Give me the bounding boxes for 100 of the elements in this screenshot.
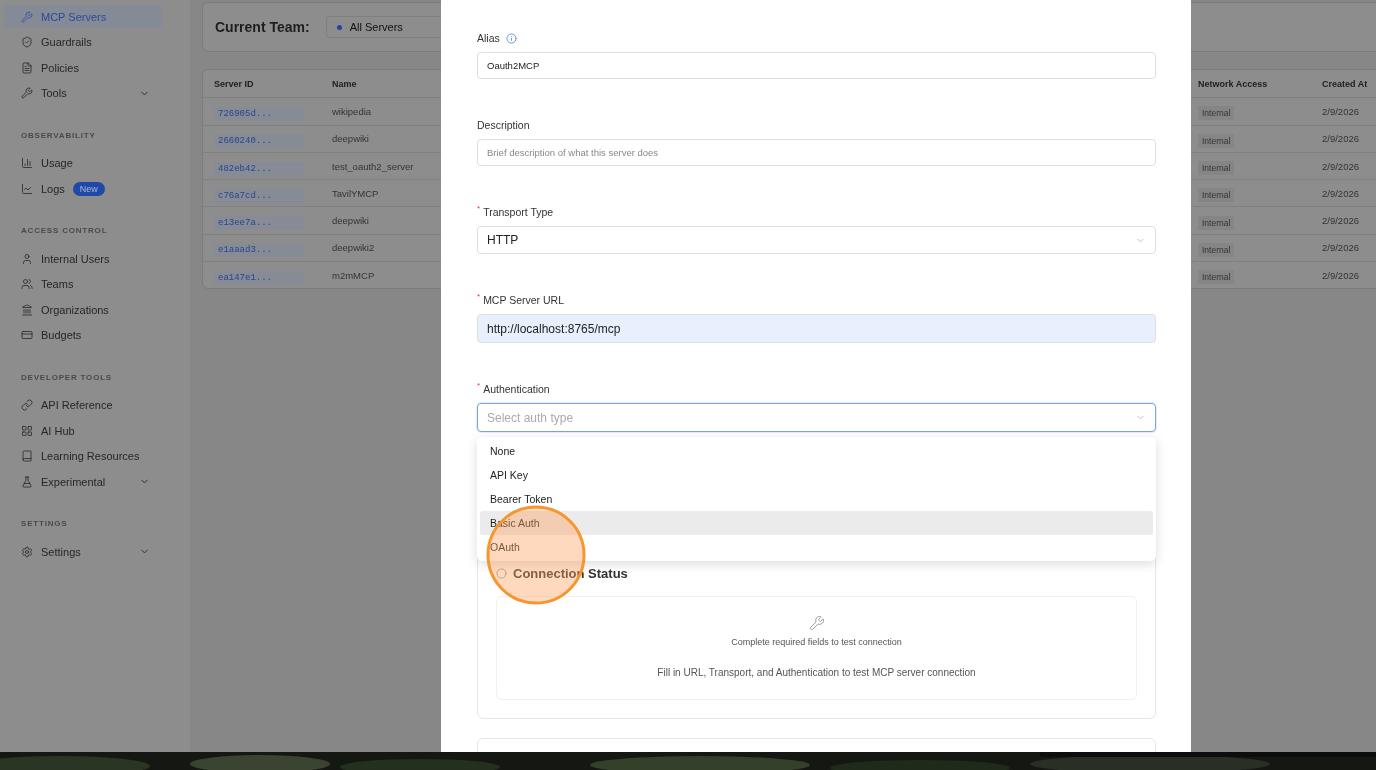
dot-icon xyxy=(336,24,342,30)
column-header: Network Access xyxy=(1197,78,1269,89)
sidebar-item[interactable]: Logs New xyxy=(4,177,162,200)
item-label: Budgets xyxy=(41,329,83,341)
column-header: Server ID xyxy=(213,78,255,89)
grid-icon xyxy=(21,424,33,437)
network-tag: Internal xyxy=(1198,161,1235,176)
server-id-link[interactable]: ea147e1... xyxy=(214,270,304,285)
table-cell-text: 2/9/2026 xyxy=(1321,160,1360,172)
field-label: Transport Type xyxy=(483,206,554,218)
table-cell-text: m2mMCP xyxy=(331,269,376,281)
flask-icon xyxy=(21,475,33,488)
sidebar-item[interactable]: MCP Servers xyxy=(4,5,162,28)
item-label: Policies xyxy=(41,61,80,74)
table-cell-text: deepwiki2 xyxy=(331,242,376,254)
text-field[interactable]: Oauth2MCP xyxy=(477,52,1156,79)
server-id-link[interactable]: e13ee7a... xyxy=(214,216,304,231)
field-label: Authentication xyxy=(483,383,550,395)
url-field[interactable]: http://localhost:8765/mcp xyxy=(477,314,1156,343)
line-chart-icon xyxy=(21,182,33,195)
section-heading: ACCESS CONTROL xyxy=(20,226,109,235)
network-tag: Internal xyxy=(1198,106,1235,121)
select-field[interactable]: Select auth type xyxy=(477,403,1156,432)
table-cell-text: test_oauth2_server xyxy=(331,160,415,172)
column-header: Created At xyxy=(1321,78,1369,89)
new-badge: New xyxy=(72,181,105,196)
item-label: Internal Users xyxy=(41,252,111,265)
server-id-link[interactable]: c76a7cd... xyxy=(214,188,304,203)
table-cell-text: deepwiki xyxy=(331,215,370,227)
table-cell-text: 2/9/2026 xyxy=(1321,242,1360,254)
wrench-icon xyxy=(808,615,825,631)
item-label: Guardrails xyxy=(41,36,93,48)
network-tag: Internal xyxy=(1198,188,1235,203)
item-label: Logs xyxy=(41,182,65,195)
status-hint: Fill in URL, Transport, and Authentication to test MCP server connection xyxy=(657,667,976,678)
required-mark: * xyxy=(477,292,481,301)
required-mark: * xyxy=(477,204,481,213)
item-label: Tools xyxy=(41,87,68,99)
item-label: Usage xyxy=(41,157,74,169)
table-cell-text: 2/9/2026 xyxy=(1321,269,1360,281)
link-icon xyxy=(21,399,33,411)
table-cell-text: TavilYMCP xyxy=(331,187,380,199)
wrench-icon xyxy=(21,87,33,99)
select-field[interactable]: HTTP xyxy=(477,226,1156,254)
sidebar-item[interactable]: Guardrails xyxy=(4,30,162,54)
team-label: Current Team: xyxy=(215,19,310,35)
server-id-link[interactable]: 726905d... xyxy=(214,106,304,121)
section-heading: OBSERVABILITY xyxy=(20,130,97,140)
network-tag: Internal xyxy=(1198,133,1235,148)
server-id-link[interactable]: 482eb42... xyxy=(214,161,304,176)
wrench-icon xyxy=(21,10,33,23)
users-icon xyxy=(21,278,33,290)
section-heading: SETTINGS xyxy=(20,519,69,528)
sidebar-item[interactable]: Usage xyxy=(4,151,162,175)
status-icon xyxy=(496,567,507,579)
network-tag: Internal xyxy=(1198,242,1235,257)
table-cell-text: deepwiki xyxy=(331,133,370,145)
required-mark: * xyxy=(477,381,481,390)
status-message: Complete required fields to test connection xyxy=(731,637,902,647)
sidebar-item[interactable]: Policies xyxy=(4,56,162,79)
server-id-link[interactable]: 2660240... xyxy=(214,134,304,149)
column-header: Name xyxy=(331,78,358,89)
section-heading: DEVELOPER TOOLS xyxy=(20,372,113,382)
bank-icon xyxy=(21,303,33,316)
shield-icon xyxy=(21,36,33,48)
field-label: MCP Server URL xyxy=(483,294,565,306)
table-cell-text: 2/9/2026 xyxy=(1321,187,1360,199)
text-field[interactable]: Brief description of what this server does xyxy=(477,139,1156,166)
sidebar-item[interactable]: AI Hub xyxy=(4,419,162,442)
network-tag: Internal xyxy=(1198,270,1235,285)
bar-chart-icon xyxy=(21,157,33,169)
sidebar-item[interactable]: Teams xyxy=(4,272,162,296)
sidebar-item[interactable]: Organizations xyxy=(4,298,162,321)
item-label: AI Hub xyxy=(41,424,76,437)
item-label: MCP Servers xyxy=(41,10,108,23)
sidebar-item[interactable]: Tools xyxy=(4,81,162,105)
field-label: Description xyxy=(477,119,530,131)
server-id-link[interactable]: e1aaad3... xyxy=(214,243,304,258)
card-icon xyxy=(21,329,33,341)
sidebar-item[interactable]: Settings xyxy=(4,540,162,563)
book-icon xyxy=(21,450,33,462)
sidebar-item[interactable]: Experimental xyxy=(4,470,162,493)
sidebar-item[interactable]: Budgets xyxy=(4,323,162,347)
item-label: Organizations xyxy=(41,303,110,316)
item-label: Learning Resources xyxy=(41,450,141,462)
item-label: Teams xyxy=(41,278,75,290)
table-cell-text: wikipedia xyxy=(331,105,373,117)
table-cell-text: 2/9/2026 xyxy=(1321,133,1360,145)
item-label: API Reference xyxy=(41,399,114,411)
item-label: Experimental xyxy=(41,475,107,488)
settings-icon xyxy=(21,545,33,558)
network-tag: Internal xyxy=(1198,215,1235,230)
sidebar-item[interactable]: API Reference xyxy=(4,393,162,417)
user-icon xyxy=(21,252,33,265)
table-cell-text: 2/9/2026 xyxy=(1321,105,1360,117)
sidebar-item[interactable]: Learning Resources xyxy=(4,444,162,468)
document-icon xyxy=(21,61,33,74)
item-label: Settings xyxy=(41,545,82,558)
sidebar-item[interactable]: Internal Users xyxy=(4,247,162,270)
table-cell-text: 2/9/2026 xyxy=(1321,215,1360,227)
